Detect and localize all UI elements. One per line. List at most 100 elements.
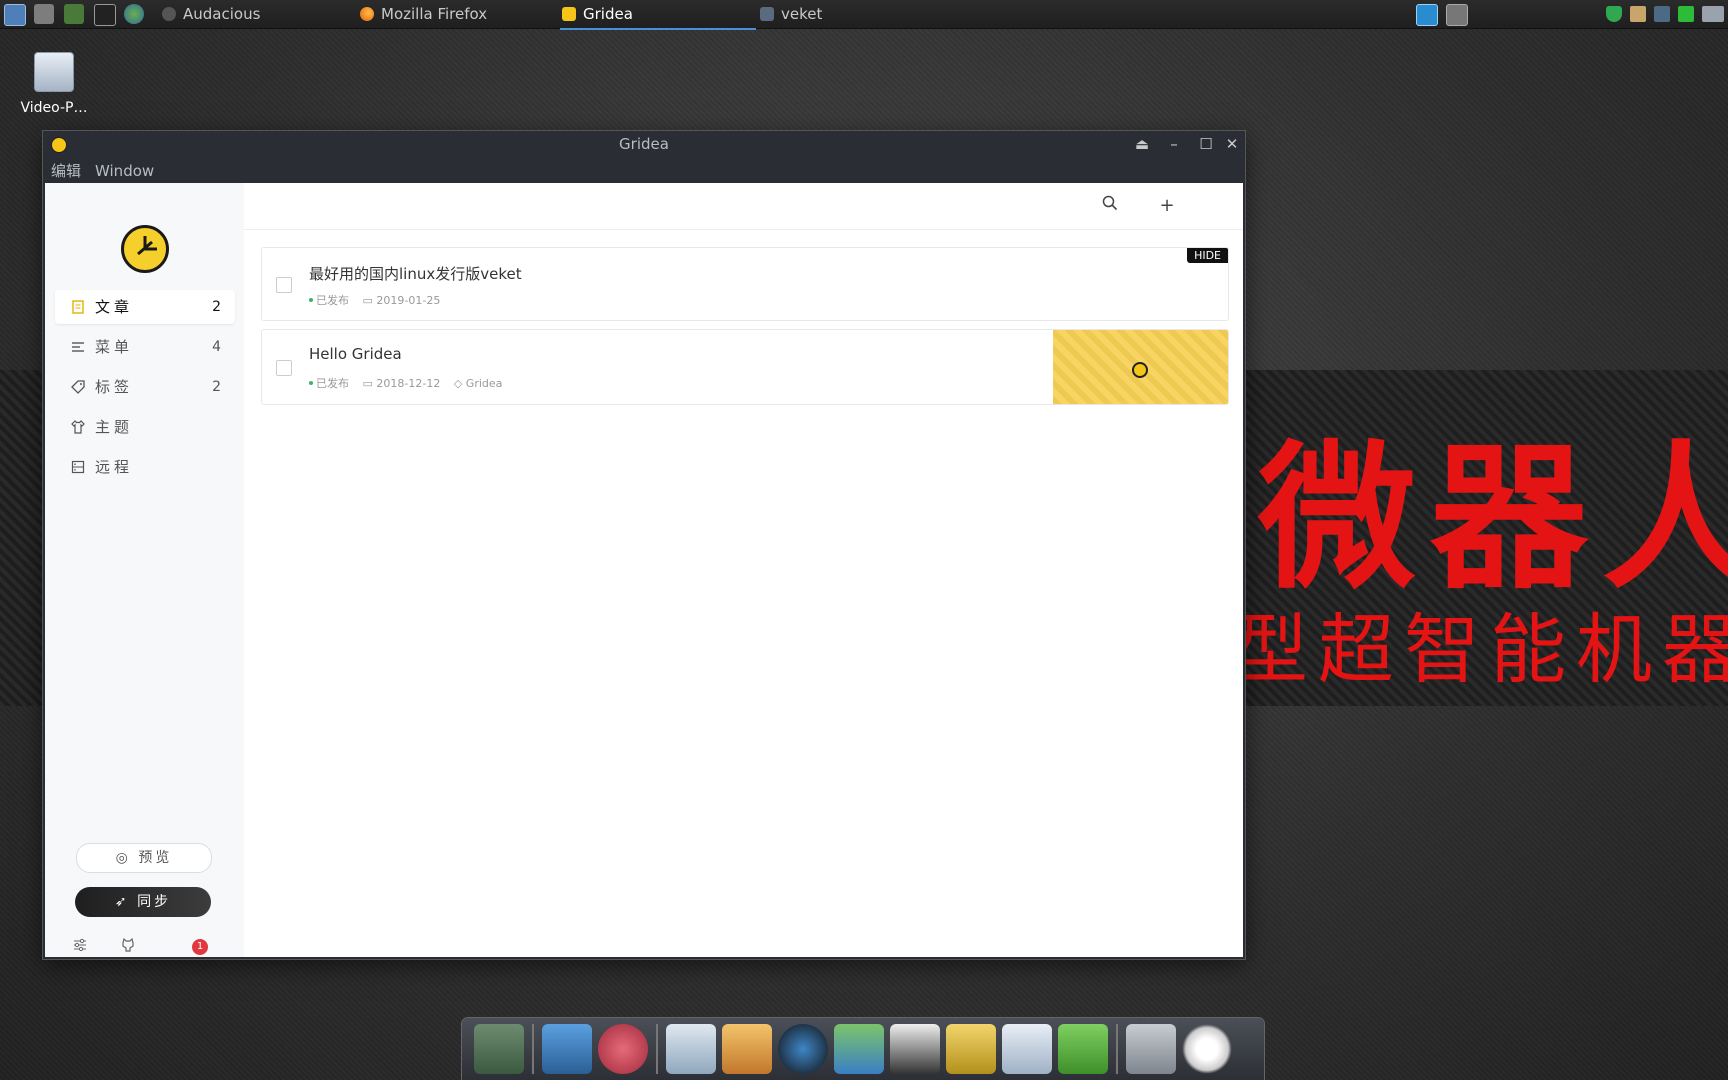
- dock-pet-icon[interactable]: [598, 1024, 648, 1074]
- post-status: 已发布: [309, 294, 349, 307]
- post-date-value: 2019-01-25: [376, 294, 441, 307]
- network-icon[interactable]: [1654, 6, 1670, 22]
- close-button[interactable]: ✕: [1219, 133, 1245, 155]
- system-monitor-icon[interactable]: [4, 4, 26, 26]
- dock-paint-icon[interactable]: [722, 1024, 772, 1074]
- new-post-button[interactable]: +: [1156, 195, 1178, 217]
- post-meta: 已发布 ▭ 2019-01-25: [309, 292, 450, 308]
- dock-linux-icon[interactable]: [890, 1024, 940, 1074]
- main-content: + 最好用的国内linux发行版veket 已发布 ▭ 2019-01-25 H…: [244, 183, 1243, 957]
- shade-button[interactable]: ⏏: [1129, 133, 1155, 155]
- post-checkbox[interactable]: [276, 277, 292, 293]
- dock-help-icon[interactable]: [1058, 1024, 1108, 1074]
- post-date-value: 2018-12-12: [376, 377, 441, 390]
- preview-button[interactable]: ◎ 预览: [76, 843, 212, 873]
- sync-button[interactable]: ➶ 同步: [75, 887, 211, 917]
- github-icon[interactable]: [119, 937, 137, 956]
- play-launcher-icon[interactable]: [64, 4, 84, 24]
- gridea-window: Gridea ⏏ – ☐ ✕ 编辑Window 文章 2 菜单 4 标签 2: [43, 131, 1245, 959]
- notification-badge[interactable]: 1: [192, 939, 208, 955]
- settings-sliders-icon[interactable]: [71, 938, 89, 956]
- terminal-icon[interactable]: [94, 4, 116, 26]
- sidebar-item-label: 菜单: [95, 338, 134, 356]
- sidebar-item-articles[interactable]: 文章 2: [55, 290, 235, 324]
- maximize-button[interactable]: ☐: [1193, 133, 1219, 155]
- main-topbar: +: [244, 183, 1243, 230]
- shield-icon[interactable]: [1606, 6, 1622, 22]
- gridea-pager-icon[interactable]: [1446, 4, 1468, 26]
- task-audacious[interactable]: Audacious: [162, 0, 260, 28]
- post-date: ▭ 2019-01-25: [363, 294, 441, 307]
- firefox-icon: [360, 7, 374, 21]
- gridea-icon: [562, 7, 576, 21]
- dock-separator: [656, 1024, 658, 1074]
- dock-exit-icon[interactable]: [946, 1024, 996, 1074]
- window-titlebar[interactable]: Gridea ⏏ – ☐ ✕: [43, 131, 1245, 157]
- sidebar-item-tags[interactable]: 标签 2: [55, 370, 235, 404]
- sidebar-item-label: 远程: [95, 458, 134, 476]
- sidebar-item-label: 主题: [95, 418, 134, 436]
- top-taskbar: Audacious Mozilla Firefox Gridea veket: [0, 0, 1728, 30]
- sidebar-item-theme[interactable]: 主题: [55, 410, 235, 444]
- sidebar-item-remote[interactable]: 远程: [55, 450, 235, 484]
- rocket-icon: ➶: [114, 894, 130, 910]
- post-checkbox[interactable]: [276, 360, 292, 376]
- minimize-button[interactable]: –: [1161, 133, 1187, 155]
- dock-separator: [532, 1024, 534, 1074]
- dock-users-icon[interactable]: [834, 1024, 884, 1074]
- desktop-icon-label: Video-P…: [20, 100, 88, 116]
- post-title: Hello Gridea: [309, 345, 402, 363]
- battery-icon[interactable]: [1678, 6, 1694, 22]
- post-meta: 已发布 ▭ 2018-12-12 ◇ Gridea: [309, 375, 512, 391]
- desktop-pager-icon[interactable]: [1416, 4, 1438, 26]
- published-dot-icon: [309, 298, 313, 302]
- video-file-icon: [34, 52, 74, 92]
- keyboard-icon[interactable]: [1702, 6, 1724, 22]
- sync-label: 同步: [137, 894, 172, 910]
- eye-icon: ◎: [115, 850, 131, 866]
- server-icon: [71, 460, 85, 474]
- dock-chart-icon[interactable]: [1002, 1024, 1052, 1074]
- dock-screenshot-icon[interactable]: [474, 1024, 524, 1074]
- clipboard-icon[interactable]: [1630, 6, 1646, 22]
- post-status: 已发布: [309, 377, 349, 390]
- calendar-icon: ▭: [362, 294, 377, 307]
- post-tag: ◇ Gridea: [454, 377, 503, 390]
- menu-edit[interactable]: 编辑: [43, 157, 87, 181]
- dock-drive-icon[interactable]: [1126, 1024, 1176, 1074]
- shirt-icon: [71, 420, 85, 434]
- sidebar-item-label: 标签: [95, 378, 134, 396]
- settings-tools-icon[interactable]: [34, 4, 54, 24]
- sidebar-item-count: 4: [212, 339, 221, 355]
- globe-icon[interactable]: [124, 4, 144, 24]
- search-button[interactable]: [1099, 195, 1121, 217]
- task-gridea[interactable]: Gridea: [560, 0, 756, 30]
- sidebar-item-menus[interactable]: 菜单 4: [55, 330, 235, 364]
- task-label: veket: [781, 5, 823, 23]
- banner-small-text: 型超智能机器: [1232, 605, 1728, 694]
- post-feature-image: [1053, 330, 1228, 404]
- post-status-label: 已发布: [316, 294, 349, 307]
- sidebar-item-label: 文章: [95, 298, 134, 316]
- dock-media-icon[interactable]: [778, 1024, 828, 1074]
- task-veket[interactable]: veket: [760, 0, 822, 28]
- plus-icon: +: [1159, 195, 1175, 216]
- dock-editor-icon[interactable]: [666, 1024, 716, 1074]
- audacious-icon: [162, 7, 176, 21]
- dock-computer-icon[interactable]: [542, 1024, 592, 1074]
- folder-icon: [760, 7, 774, 21]
- banner-big-text: 微器人: [1258, 426, 1728, 611]
- window-title: Gridea: [619, 135, 669, 153]
- gridea-logo: [121, 225, 169, 273]
- menu-window[interactable]: Window: [87, 159, 160, 180]
- desktop-video-icon[interactable]: Video-P…: [14, 52, 94, 116]
- post-card[interactable]: Hello Gridea 已发布 ▭ 2018-12-12 ◇ Gridea: [261, 329, 1229, 405]
- sidebar-item-count: 2: [212, 299, 221, 315]
- dock-brightness-icon[interactable]: [1182, 1024, 1232, 1074]
- post-status-label: 已发布: [316, 377, 349, 390]
- bottom-dock: [462, 1018, 1264, 1080]
- post-card[interactable]: 最好用的国内linux发行版veket 已发布 ▭ 2019-01-25 HID…: [261, 247, 1229, 321]
- dock-separator: [1116, 1024, 1118, 1074]
- task-firefox[interactable]: Mozilla Firefox: [360, 0, 487, 28]
- hidden-badge: HIDE: [1187, 248, 1228, 263]
